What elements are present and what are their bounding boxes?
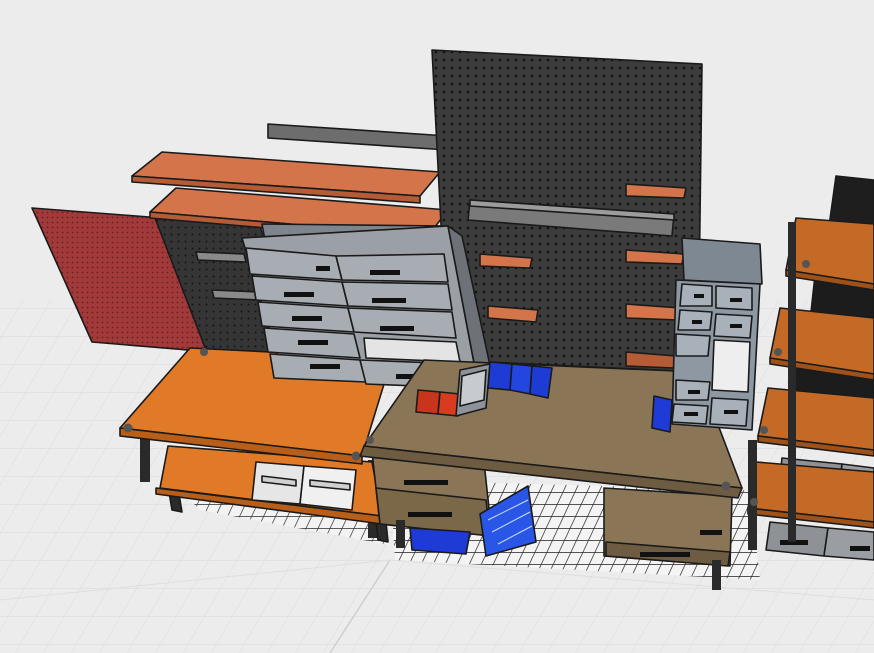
steel-shelf-top[interactable]	[267, 123, 449, 151]
red-bins[interactable]	[415, 389, 461, 417]
small-parts-cabinet[interactable]	[671, 237, 763, 431]
workshop-scene[interactable]	[0, 0, 874, 653]
3d-viewport[interactable]	[0, 0, 874, 653]
grey-tray[interactable]	[455, 363, 491, 417]
